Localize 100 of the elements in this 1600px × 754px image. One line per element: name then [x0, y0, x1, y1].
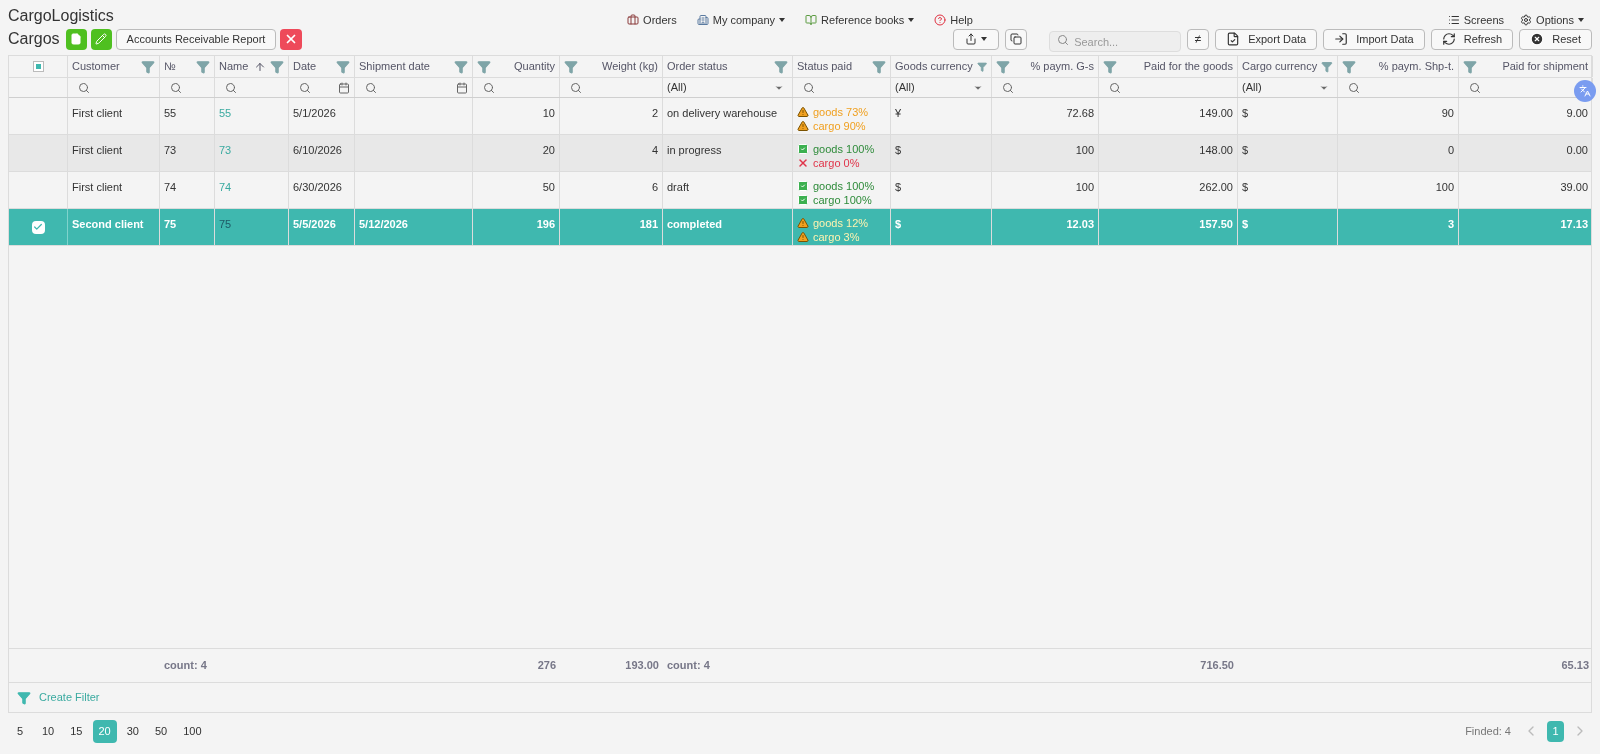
filter-icon[interactable]	[996, 59, 1010, 74]
books-icon	[805, 14, 818, 27]
list-icon	[1447, 14, 1460, 27]
column-header[interactable]: Customer	[72, 58, 137, 75]
filter-icon[interactable]	[1103, 59, 1117, 74]
column-header[interactable]: Weight (kg)	[582, 58, 658, 75]
toolbar-button[interactable]: Import Data	[1323, 28, 1425, 50]
dropdown-caret-icon	[779, 18, 786, 23]
table-cell: 73	[164, 144, 177, 156]
search-icon	[225, 81, 237, 94]
table-cell: ¥	[895, 107, 902, 119]
search-icon	[1057, 33, 1070, 46]
pencil-icon	[95, 33, 108, 45]
translate-icon[interactable]	[1574, 80, 1596, 102]
table-cell: 148.00	[1199, 144, 1233, 156]
copy-button[interactable]	[1005, 28, 1028, 50]
toolbar-button[interactable]: Reset	[1519, 28, 1592, 50]
toolbar-button[interactable]: Refresh	[1430, 28, 1514, 50]
toolbar-button[interactable]: Export Data	[1215, 28, 1318, 50]
not-equal-button[interactable]: ≠	[1187, 28, 1210, 50]
reset-icon	[1530, 32, 1545, 46]
table-cell: 262.00	[1199, 181, 1233, 193]
page-size-option[interactable]: 10	[36, 719, 61, 743]
filter-icon[interactable]	[1321, 59, 1333, 74]
page-size-option[interactable]: 15	[64, 719, 89, 743]
dropdown-caret-icon	[1578, 18, 1584, 23]
table-cell: 72.68	[1066, 107, 1094, 119]
payment-status: goods 73%	[797, 105, 886, 119]
column-header[interactable]: №	[164, 58, 192, 75]
page-size-option[interactable]: 30	[120, 719, 145, 743]
edit-button[interactable]	[90, 28, 112, 50]
table-cell: 181	[639, 218, 658, 230]
table-cell: 0.00	[1566, 144, 1588, 156]
column-header[interactable]: Paid for the goods	[1121, 58, 1233, 75]
nav-menu-item[interactable]: Reference books	[805, 12, 915, 29]
table-row[interactable]: First client 74 74 6/30/2026 50 6 draft goods 100% cargo 100% $ 100 262.00 $ 100 39.00	[9, 172, 1591, 209]
filter-icon[interactable]	[774, 59, 788, 74]
search-icon	[1002, 81, 1014, 94]
nav-menu-item[interactable]: My company	[696, 12, 786, 29]
filter-icon[interactable]	[976, 59, 987, 74]
search-icon	[1348, 81, 1360, 94]
column-total: 716.50	[1200, 659, 1234, 672]
column-header[interactable]: Shipment date	[359, 58, 450, 75]
filter-icon[interactable]	[196, 59, 210, 74]
column-header[interactable]: Status paid	[797, 58, 868, 75]
column-header[interactable]: Goods currency	[895, 58, 973, 75]
table-cell: $	[895, 218, 902, 230]
table-cell: 20	[542, 144, 555, 156]
filter-icon[interactable]	[141, 59, 155, 74]
nav-menu-item[interactable]: Screens	[1447, 12, 1505, 29]
filter-icon[interactable]	[872, 59, 886, 74]
table-cell: $	[1242, 107, 1249, 119]
new-document-button[interactable]	[65, 28, 87, 50]
column-header[interactable]: % paym. G-s	[1014, 58, 1094, 75]
page-size-option[interactable]: 100	[177, 719, 208, 743]
close-button[interactable]	[280, 28, 303, 50]
filter-icon[interactable]	[1463, 59, 1477, 74]
export-menu-button[interactable]	[953, 28, 1000, 50]
column-header[interactable]: Name	[219, 58, 250, 75]
column-header[interactable]: Paid for shipment	[1481, 58, 1588, 75]
table-cell: 149.00	[1199, 107, 1233, 119]
nav-menu-item[interactable]: Help	[934, 12, 973, 29]
filter-icon[interactable]	[336, 59, 350, 74]
table-cell: $	[1242, 181, 1249, 193]
table-cell: 17.13	[1560, 218, 1588, 230]
search-field[interactable]: Search...	[1049, 31, 1182, 52]
table-cell: 100	[1435, 181, 1454, 193]
table-cell: 50	[542, 181, 555, 193]
filter-icon[interactable]	[477, 59, 491, 74]
select-filter-field[interactable]: (All)	[667, 78, 788, 97]
nav-menu-item[interactable]: Orders	[627, 12, 677, 29]
nav-menu-item[interactable]: Options	[1520, 12, 1584, 29]
select-all-checkbox[interactable]	[32, 61, 44, 72]
copy-icon	[1010, 33, 1023, 45]
file-check-icon	[1226, 32, 1241, 46]
table-row[interactable]: First client 73 73 6/10/2026 20 4 in progress goods 100% cargo 0% $ 100 148.00 $ 0 0.00	[9, 135, 1591, 172]
found-count: Finded: 4	[1465, 723, 1511, 739]
column-header[interactable]: Cargo currency	[1242, 58, 1318, 75]
table-row[interactable]: First client 55 55 5/1/2026 10 2 on delivery warehouse goods 73% cargo 90% ¥ 72.68 149.00 $ 90 9.00	[9, 98, 1591, 135]
table-cell: 0	[1447, 144, 1454, 156]
page-size-option[interactable]: 50	[149, 719, 174, 743]
select-filter-field[interactable]: (All)	[1242, 78, 1333, 97]
select-filter-field[interactable]: (All)	[895, 78, 987, 97]
column-header[interactable]: Quantity	[495, 58, 555, 75]
sort-ascending-icon[interactable]	[254, 60, 266, 73]
help-icon	[934, 14, 947, 27]
column-header[interactable]: % paym. Shp-t.	[1360, 58, 1454, 75]
page-size-option[interactable]: 5	[8, 719, 32, 743]
filter-icon[interactable]	[454, 59, 468, 74]
filter-icon[interactable]	[270, 59, 284, 74]
table-cell: 2	[651, 107, 658, 119]
row-checkbox[interactable]	[31, 220, 45, 234]
payment-status: cargo 100%	[797, 193, 886, 207]
filter-icon[interactable]	[564, 59, 578, 74]
filter-icon[interactable]	[1342, 59, 1356, 74]
table-cell: 10	[542, 107, 555, 119]
column-header[interactable]: Date	[293, 58, 332, 75]
column-total: count: 4	[164, 659, 207, 672]
report-button[interactable]: Accounts Receivable Report	[115, 28, 277, 50]
column-header[interactable]: Order status	[667, 58, 770, 75]
